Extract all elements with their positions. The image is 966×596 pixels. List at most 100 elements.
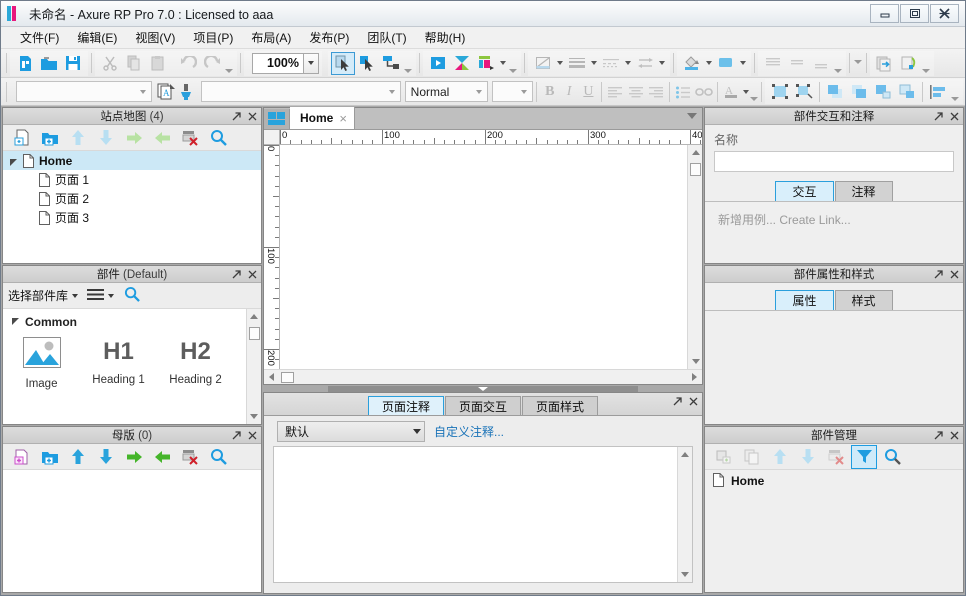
toolbar-overflow-icon[interactable]: [508, 52, 518, 75]
create-link-link[interactable]: Create Link...: [779, 213, 850, 227]
menu-item-help[interactable]: 帮助(H): [416, 28, 475, 48]
filter-button[interactable]: [851, 444, 877, 469]
duplicate-widget-button[interactable]: [739, 445, 765, 469]
maximize-panel-icon[interactable]: [672, 395, 683, 407]
font-name-combo[interactable]: [15, 81, 152, 102]
splitter-grip[interactable]: [328, 386, 638, 392]
align-top-button[interactable]: [761, 52, 785, 75]
toolbar-overflow-icon[interactable]: [950, 80, 960, 103]
close-panel-icon[interactable]: [247, 111, 258, 123]
select-tool-button[interactable]: [331, 51, 355, 75]
paint-bucket-button[interactable]: [680, 52, 704, 75]
tab-page-style[interactable]: 页面样式: [522, 396, 599, 415]
toolbar-overflow-icon[interactable]: [403, 52, 413, 75]
menu-item-edit[interactable]: 编辑(E): [68, 28, 126, 48]
scroll-down-arrow-icon[interactable]: [247, 409, 262, 424]
line-weight-dropdown-icon[interactable]: [589, 52, 599, 74]
copy-button[interactable]: [122, 52, 146, 75]
canvas-vertical-scrollbar[interactable]: [687, 145, 702, 369]
outdent-button[interactable]: [149, 445, 175, 469]
move-up-button[interactable]: [65, 126, 91, 150]
page-preview-icon[interactable]: [264, 109, 290, 129]
page-notes-textarea[interactable]: [273, 446, 693, 583]
italic-button[interactable]: I: [559, 81, 578, 103]
menu-item-file[interactable]: 文件(F): [11, 28, 68, 48]
chevron-down-icon[interactable]: [108, 293, 115, 298]
menu-item-view[interactable]: 视图(V): [126, 28, 184, 48]
tab-annotations[interactable]: 注释: [834, 181, 893, 201]
add-case-link[interactable]: 新增用例...: [718, 213, 776, 227]
add-folder-button[interactable]: [37, 445, 63, 469]
close-panel-icon[interactable]: [688, 395, 699, 407]
arrow-style-dropdown-icon[interactable]: [657, 52, 667, 74]
font-color-button[interactable]: A: [721, 80, 741, 103]
move-down-button[interactable]: [795, 445, 821, 469]
list-menu-icon[interactable]: [87, 288, 105, 304]
arrow-style-button[interactable]: [633, 52, 657, 75]
group-button[interactable]: [768, 80, 792, 103]
design-canvas[interactable]: [280, 145, 687, 369]
maximize-panel-icon[interactable]: [231, 111, 242, 123]
delete-page-button[interactable]: [177, 126, 203, 150]
publish-dropdown-icon[interactable]: [498, 52, 508, 74]
line-dash-button[interactable]: [599, 52, 623, 75]
widget-style-combo[interactable]: [201, 81, 401, 102]
horizontal-ruler[interactable]: 0100200300400: [280, 130, 702, 145]
scrollbar-thumb[interactable]: [249, 327, 260, 340]
send-to-back-button[interactable]: [847, 80, 871, 103]
toolbar-overflow-icon[interactable]: [224, 52, 234, 75]
generate-spec-button[interactable]: [474, 52, 498, 75]
canvas-notes-splitter[interactable]: [263, 386, 703, 392]
redo-button[interactable]: [200, 52, 224, 75]
import-page-button[interactable]: [873, 52, 897, 75]
new-file-button[interactable]: [13, 52, 37, 75]
toolbar-overflow-icon[interactable]: [833, 52, 843, 75]
bring-to-front-button[interactable]: [823, 80, 847, 103]
tree-item-page-2[interactable]: 页面 2: [3, 189, 261, 208]
search-button[interactable]: [205, 445, 231, 469]
link-chain-button[interactable]: [694, 80, 714, 103]
minimize-button[interactable]: [870, 4, 899, 23]
shape-fill-dropdown-icon[interactable]: [738, 52, 748, 74]
align-middle-button[interactable]: [785, 52, 809, 75]
bring-forward-button[interactable]: [871, 80, 895, 103]
save-file-button[interactable]: [61, 52, 85, 75]
font-style-combo[interactable]: Normal: [404, 81, 488, 102]
outdent-button[interactable]: [149, 126, 175, 150]
zoom-level-input[interactable]: 100%: [252, 52, 304, 74]
close-panel-icon[interactable]: [949, 430, 960, 442]
menu-item-team[interactable]: 团队(T): [358, 28, 415, 48]
chevron-down-icon[interactable]: [72, 293, 79, 298]
widget-manager-row-home[interactable]: Home: [705, 470, 963, 492]
toolbar-overflow-icon[interactable]: [750, 80, 758, 103]
zoom-dropdown-icon[interactable]: [304, 52, 319, 74]
delete-widget-button[interactable]: [823, 445, 849, 469]
format-painter-button[interactable]: A: [156, 80, 177, 103]
move-up-button[interactable]: [767, 445, 793, 469]
tab-list-dropdown-icon[interactable]: [687, 113, 697, 119]
widget-item-image[interactable]: Image: [3, 337, 80, 390]
move-up-button[interactable]: [65, 445, 91, 469]
close-button[interactable]: [930, 4, 959, 23]
tree-item-page-1[interactable]: 页面 1: [3, 170, 261, 189]
maximize-panel-icon[interactable]: [933, 430, 944, 442]
paint-bucket-dropdown-icon[interactable]: [704, 52, 714, 74]
tab-interactions[interactable]: 交互: [775, 181, 834, 201]
move-down-button[interactable]: [93, 126, 119, 150]
scroll-down-arrow-icon[interactable]: [688, 354, 703, 369]
canvas-horizontal-scrollbar[interactable]: [264, 369, 702, 384]
close-panel-icon[interactable]: [247, 430, 258, 442]
indent-button[interactable]: [121, 126, 147, 150]
masters-list[interactable]: [3, 470, 261, 592]
widgets-vertical-scrollbar[interactable]: [246, 309, 261, 424]
font-color-dropdown-icon[interactable]: [741, 81, 749, 103]
scroll-left-arrow-icon[interactable]: [264, 370, 279, 385]
maximize-panel-icon[interactable]: [933, 269, 944, 281]
maximize-panel-icon[interactable]: [933, 111, 944, 123]
menu-item-project[interactable]: 项目(P): [184, 28, 242, 48]
close-panel-icon[interactable]: [949, 111, 960, 123]
search-button[interactable]: [879, 445, 905, 469]
tab-style[interactable]: 样式: [834, 290, 893, 310]
publish-button[interactable]: [450, 52, 474, 75]
connector-tool-button[interactable]: [355, 52, 379, 75]
